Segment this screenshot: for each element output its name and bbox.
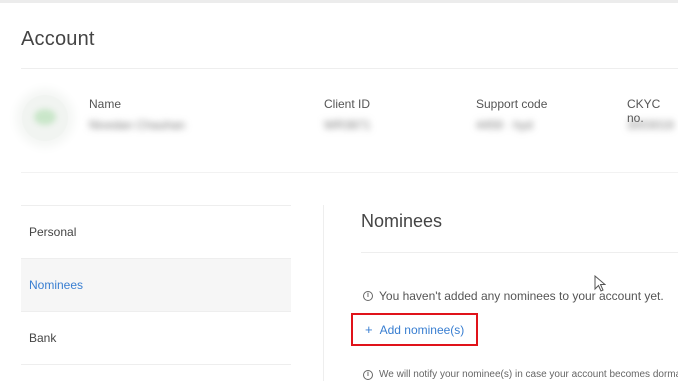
sidebar-item-label: Personal	[29, 225, 77, 239]
sidebar-item-label: Bank	[29, 331, 57, 345]
notify-text: We will notify your nominee(s) in case y…	[379, 369, 678, 380]
section-divider	[361, 252, 678, 253]
name-value: Nivedan Chauhan	[89, 118, 186, 132]
sidebar-item-nominees[interactable]: Nominees	[21, 259, 291, 311]
support-code-label: Support code	[476, 97, 548, 111]
name-label: Name	[89, 97, 122, 111]
info-icon: i	[363, 291, 373, 301]
client-id-value: WR3871	[324, 118, 371, 132]
add-nominee-button[interactable]: + Add nominee(s)	[351, 313, 478, 346]
ckyc-value: 3003019	[627, 118, 674, 130]
sidebar-item-personal[interactable]: Personal	[21, 206, 291, 258]
plus-icon: +	[365, 322, 373, 337]
mouse-cursor-icon	[594, 275, 606, 292]
notify-message: i We will notify your nominee(s) in case…	[363, 369, 678, 380]
panel-divider	[323, 205, 324, 381]
info-icon: i	[363, 369, 373, 380]
section-title: Nominees	[361, 211, 443, 231]
sidebar-item-label: Nominees	[29, 278, 84, 292]
top-border	[0, 0, 678, 3]
add-nominee-label: Add nominee(s)	[379, 322, 465, 337]
header-divider	[21, 68, 678, 69]
sidebar: Personal Nominees Bank	[21, 205, 291, 365]
sidebar-item-bank[interactable]: Bank	[21, 312, 291, 364]
sidebar-divider	[21, 364, 291, 365]
no-nominees-message: i You haven't added any nominees to your…	[363, 289, 664, 303]
support-code-value: 4459 · hyd	[476, 118, 533, 132]
no-nominees-text: You haven't added any nominees to your a…	[379, 289, 664, 303]
client-id-label: Client ID	[324, 97, 371, 111]
profile-divider	[21, 172, 678, 173]
page-title: Account	[21, 28, 95, 50]
avatar	[22, 95, 68, 141]
avatar-initials-blurred	[34, 109, 56, 125]
